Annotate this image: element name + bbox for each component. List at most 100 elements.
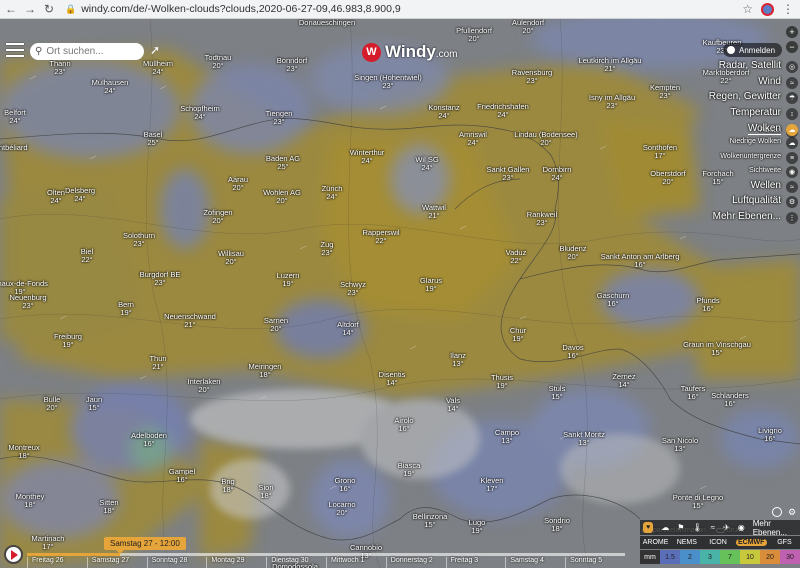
model-ecmwf[interactable]: ECMWF <box>735 539 767 546</box>
layer-item-mehr-ebenen-[interactable]: Mehr Ebenen... <box>713 211 781 222</box>
model-gfs[interactable]: GFS <box>769 539 800 546</box>
waves-icon[interactable]: ≈ <box>786 181 798 193</box>
rain-icon[interactable]: ☂ <box>786 92 798 104</box>
city-label[interactable]: Chaux-de-Fonds19° <box>0 280 48 296</box>
city-label[interactable]: Thusis 19° <box>491 374 513 390</box>
city-label[interactable]: Pfullendorf 20° <box>456 27 492 43</box>
camera-icon[interactable]: ◉ <box>738 523 745 532</box>
city-label[interactable]: Kempten 23° <box>650 84 680 100</box>
city-label[interactable]: Rapperswil 22° <box>362 229 399 245</box>
city-label[interactable]: Sankt Moritz 13° <box>563 431 605 447</box>
city-label[interactable]: Gaschurn 16° <box>597 292 630 308</box>
city-label[interactable]: Ponte di Legno 15° <box>673 494 723 510</box>
city-label[interactable]: Schwyz 23° <box>340 281 366 297</box>
city-label[interactable]: Montreux 18° <box>8 444 39 460</box>
city-label[interactable]: Glarus 19° <box>420 277 442 293</box>
zoom-in-button[interactable]: + <box>786 26 798 38</box>
city-label[interactable]: Brig 18° <box>221 478 234 494</box>
city-label[interactable]: Sitten 18° <box>99 499 118 515</box>
city-label[interactable]: Ilanz 13° <box>450 352 466 368</box>
city-label[interactable]: Thann 23° <box>49 60 70 76</box>
extension-icon[interactable] <box>761 2 774 16</box>
wind-quick-icon[interactable]: ≈ <box>711 523 715 532</box>
city-label[interactable]: Wil SG 24° <box>415 156 438 172</box>
bookmark-star-icon[interactable]: ☆ <box>742 2 753 16</box>
city-label[interactable]: Forchach 15° <box>702 170 733 186</box>
city-label[interactable]: Delsberg 24° <box>65 187 95 203</box>
city-label[interactable]: Sondrio 18° <box>544 517 570 533</box>
timeline-day[interactable]: Freitag 3 <box>445 557 506 568</box>
city-label[interactable]: Thun 21° <box>149 355 166 371</box>
city-label[interactable]: Schlanders 16° <box>711 392 749 408</box>
city-label[interactable]: Sonthofen 17° <box>643 144 677 160</box>
city-label[interactable]: Bern 19° <box>118 301 134 317</box>
city-label[interactable]: Mulhausen 24° <box>92 79 129 95</box>
play-button[interactable] <box>4 545 23 564</box>
timeline-day[interactable]: Samstag 27 <box>86 557 147 568</box>
timeline-day[interactable]: Samstag 4 <box>505 557 565 568</box>
city-label[interactable]: Sankt Anton am Arlberg 16° <box>601 253 680 269</box>
cloud-icon[interactable]: ☁ <box>786 124 798 136</box>
favorites-icon[interactable]: ♥ <box>643 522 654 533</box>
city-label[interactable]: Neuenschwand 21° <box>164 313 216 329</box>
city-label[interactable]: Luzern 19° <box>277 272 300 288</box>
settings-icon[interactable]: ⚙ <box>788 507 796 518</box>
timeline-day[interactable]: Sonntag 5 <box>565 557 625 568</box>
city-label[interactable]: Dornbirn 24° <box>543 166 572 182</box>
timeline-day[interactable]: Sonntag 28 <box>146 557 207 568</box>
layer-item-wellen[interactable]: Wellen <box>751 180 781 191</box>
city-label[interactable]: Interlaken 20° <box>188 378 221 394</box>
city-label[interactable]: Oberstdorf 20° <box>650 170 685 186</box>
city-label[interactable]: Kleven 17° <box>481 477 504 493</box>
layer-item-wolken[interactable]: Wolken <box>747 123 781 135</box>
timeline-day[interactable]: Montag 29 <box>206 557 266 568</box>
reload-icon[interactable]: ↻ <box>41 1 57 17</box>
air-quality-icon[interactable]: ⚙ <box>786 196 798 208</box>
cloud-quick-icon[interactable]: ☁ <box>661 523 669 532</box>
search-input[interactable]: ⚲ Ort suchen... <box>30 43 144 60</box>
city-label[interactable]: Willisau 20° <box>218 250 244 266</box>
hamburger-menu-icon[interactable] <box>6 43 24 59</box>
low-cloud-icon[interactable]: ☁ <box>786 137 798 149</box>
city-label[interactable]: Sarnen 20° <box>264 317 288 333</box>
city-label[interactable]: Marktoberdorf 22° <box>703 69 750 85</box>
city-label[interactable]: Isny im Allgäu 23° <box>589 94 635 110</box>
plane-icon[interactable]: ✈ <box>723 523 730 532</box>
flag-icon[interactable]: ⚑ <box>677 523 684 532</box>
city-label[interactable]: Bulle 20° <box>44 396 61 412</box>
more-layers-button[interactable]: Mehr Ebenen... <box>753 519 796 537</box>
city-label[interactable]: Konstanz 24° <box>428 104 459 120</box>
city-label[interactable]: Grono 16° <box>335 477 356 493</box>
city-label[interactable]: Burgdorf BE 23° <box>140 271 181 287</box>
city-label[interactable]: Zernez 14° <box>612 373 635 389</box>
city-label[interactable]: Bellinzona 15° <box>413 513 448 529</box>
city-label[interactable]: San Nicolo 13° <box>662 437 698 453</box>
city-label[interactable]: Davos 16° <box>562 344 583 360</box>
arrow-left-icon[interactable]: ← <box>3 1 19 17</box>
model-icon[interactable]: ICON <box>702 539 733 546</box>
model-nems[interactable]: NEMS <box>671 539 702 546</box>
city-label[interactable]: Jaun 15° <box>86 396 102 412</box>
city-label[interactable]: Meiringen 18° <box>249 363 282 379</box>
city-label[interactable]: Montbéliard <box>0 144 28 152</box>
city-label[interactable]: Zürich 24° <box>322 185 343 201</box>
city-label[interactable]: Biel 22° <box>81 248 94 264</box>
browser-menu-icon[interactable]: ⋮ <box>782 2 794 16</box>
city-label[interactable]: Belfort 24° <box>4 109 26 125</box>
city-label[interactable]: Chur 19° <box>510 327 526 343</box>
city-label[interactable]: Taufers 16° <box>681 385 706 401</box>
layer-item-temperatur[interactable]: Temperatur <box>730 107 781 118</box>
city-label[interactable]: Ravensburg 23° <box>512 69 552 85</box>
city-label[interactable]: Singen (Hohentwiel) 23° <box>354 74 422 90</box>
time-bubble[interactable]: Samstag 27 - 12:00 <box>104 537 186 554</box>
city-label[interactable]: Olten 24° <box>47 189 65 205</box>
layer-item-radar-satellit[interactable]: Radar, Satellit <box>719 60 781 71</box>
city-label[interactable]: Stuls 15° <box>549 385 566 401</box>
city-label[interactable]: Friedrichshafen 24° <box>477 103 529 119</box>
city-label[interactable]: Disentis 14° <box>379 371 406 387</box>
timeline-day[interactable]: Mittwoch 1 <box>325 557 386 568</box>
login-button[interactable]: Anmelden <box>723 43 783 57</box>
temperature-icon[interactable]: ↕ <box>786 108 798 120</box>
city-label[interactable]: Sion 18° <box>258 484 273 500</box>
layer-item-wind[interactable]: Wind <box>758 76 781 87</box>
